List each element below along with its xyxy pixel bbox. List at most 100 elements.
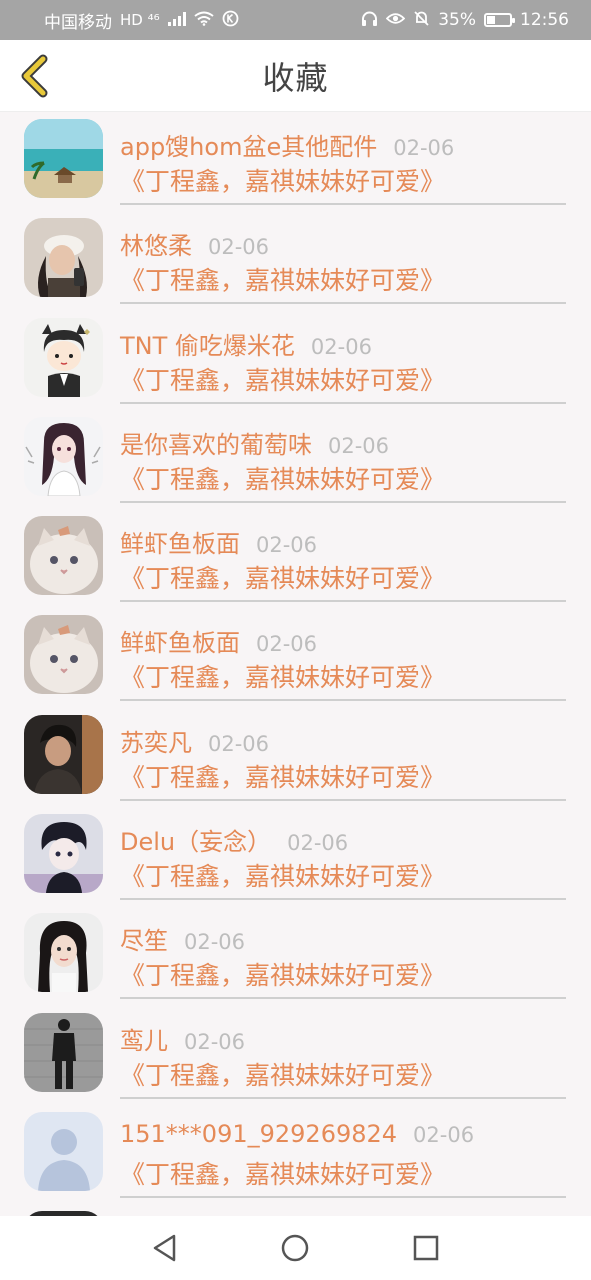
avatar-image — [24, 615, 103, 695]
post-date: 02-06 — [310, 334, 372, 359]
row-text: 苏奕凡 02-06 《丁程鑫，嘉祺妹妹好可爱》 — [120, 708, 566, 801]
user-name[interactable]: 林悠柔 — [120, 226, 192, 261]
user-name[interactable]: TNT 偷吃爆米花 — [120, 326, 295, 361]
post-title[interactable]: 《丁程鑫，嘉祺妹妹好可爱》 — [120, 261, 445, 297]
avatar[interactable] — [24, 714, 103, 794]
post-title[interactable]: 《丁程鑫，嘉祺妹妹好可爱》 — [120, 758, 445, 794]
row-header: 鸾儿 02-06 — [120, 1021, 245, 1056]
user-name[interactable]: 鲜虾鱼板面 — [120, 524, 240, 559]
user-name[interactable]: 是你喜欢的葡萄味 — [120, 425, 312, 460]
row-header: 是你喜欢的葡萄味 02-06 — [120, 425, 389, 460]
post-date: 02-06 — [287, 831, 349, 856]
post-title[interactable]: 《丁程鑫，嘉祺妹妹好可爱》 — [120, 1155, 445, 1191]
user-name[interactable]: 鲜虾鱼板面 — [120, 623, 240, 658]
user-name[interactable]: 尽笙 — [120, 921, 168, 956]
favorite-row[interactable]: 鲜虾鱼板面 02-06 《丁程鑫，嘉祺妹妹好可爱》 — [0, 608, 591, 707]
network-badge: HD ⁴⁶ — [120, 10, 160, 29]
row-text: 林悠柔 02-06 《丁程鑫，嘉祺妹妹好可爱》 — [120, 211, 566, 305]
post-title[interactable]: 《丁程鑫，嘉祺妹妹好可爱》 — [120, 956, 445, 992]
favorite-row[interactable]: app馊hom盆e其他配件 02-06 《丁程鑫，嘉祺妹妹好可爱》 — [0, 112, 591, 211]
status-right: 35% 12:56 — [361, 10, 569, 30]
post-title[interactable]: 《丁程鑫，嘉祺妹妹好可爱》 — [120, 1056, 445, 1092]
favorite-row[interactable]: 苏奕凡 02-06 《丁程鑫，嘉祺妹妹好可爱》 — [0, 708, 591, 807]
system-nav-bar — [0, 1216, 591, 1280]
avatar[interactable] — [24, 119, 103, 198]
page-title: 收藏 — [262, 58, 329, 97]
clock: 12:56 — [520, 10, 569, 30]
favorite-row-partial[interactable] — [0, 1204, 591, 1216]
nav-recents-button[interactable] — [396, 1218, 456, 1278]
signal-icon — [167, 11, 186, 29]
avatar[interactable] — [24, 615, 103, 695]
row-text: 是你喜欢的葡萄味 02-06 《丁程鑫，嘉祺妹妹好可爱》 — [120, 410, 566, 503]
nav-back-button[interactable] — [135, 1218, 195, 1278]
favorite-row[interactable]: 鸾儿 02-06 《丁程鑫，嘉祺妹妹好可爱》 — [0, 1006, 591, 1105]
circle-home-icon — [282, 1234, 309, 1262]
user-name[interactable]: 151***091_929269824 — [120, 1120, 397, 1148]
battery-percent: 35% — [438, 10, 476, 30]
post-date: 02-06 — [328, 433, 390, 458]
favorite-row[interactable]: TNT 偷吃爆米花 02-06 《丁程鑫，嘉祺妹妹好可爱》 — [0, 311, 591, 410]
favorite-row[interactable]: 林悠柔 02-06 《丁程鑫，嘉祺妹妹好可爱》 — [0, 211, 591, 310]
favorite-row[interactable]: Delu（妄念） 02-06 《丁程鑫，嘉祺妹妹好可爱》 — [0, 807, 591, 906]
row-header: app馊hom盆e其他配件 02-06 — [120, 127, 454, 162]
row-header: 鲜虾鱼板面 02-06 — [120, 623, 317, 658]
post-title[interactable]: 《丁程鑫，嘉祺妹妹好可爱》 — [120, 658, 445, 694]
battery-icon — [484, 13, 515, 27]
post-date: 02-06 — [208, 235, 270, 260]
favorite-row[interactable]: 尽笙 02-06 《丁程鑫，嘉祺妹妹好可爱》 — [0, 906, 591, 1005]
nav-home-button[interactable] — [265, 1218, 325, 1278]
battery-level — [487, 16, 495, 24]
avatar-image — [24, 814, 103, 894]
row-text: Delu（妄念） 02-06 《丁程鑫，嘉祺妹妹好可爱》 — [120, 807, 566, 901]
row-text: 鸾儿 02-06 《丁程鑫，嘉祺妹妹好可爱》 — [120, 1006, 566, 1099]
avatar[interactable] — [24, 218, 103, 298]
row-text: 鲜虾鱼板面 02-06 《丁程鑫，嘉祺妹妹好可爱》 — [120, 509, 566, 603]
post-title[interactable]: 《丁程鑫，嘉祺妹妹好可爱》 — [120, 361, 445, 397]
post-title[interactable]: 《丁程鑫，嘉祺妹妹好可爱》 — [120, 460, 445, 496]
avatar[interactable] — [24, 814, 103, 894]
post-title[interactable]: 《丁程鑫，嘉祺妹妹好可爱》 — [120, 162, 445, 198]
favorite-row[interactable]: 是你喜欢的葡萄味 02-06 《丁程鑫，嘉祺妹妹好可爱》 — [0, 410, 591, 509]
avatar[interactable] — [24, 516, 103, 596]
row-text: app馊hom盆e其他配件 02-06 《丁程鑫，嘉祺妹妹好可爱》 — [120, 112, 566, 205]
user-name[interactable]: app馊hom盆e其他配件 — [120, 127, 377, 162]
k-app-icon — [222, 10, 239, 30]
avatar-image — [24, 913, 103, 993]
avatar-image — [24, 516, 103, 596]
user-name[interactable]: 鸾儿 — [120, 1021, 168, 1056]
row-text: 151***091_929269824 02-06 《丁程鑫，嘉祺妹妹好可爱》 — [120, 1105, 566, 1198]
row-header: 尽笙 02-06 — [120, 921, 245, 956]
avatar-image — [24, 317, 103, 397]
avatar[interactable] — [24, 1012, 103, 1092]
row-header: 苏奕凡 02-06 — [120, 723, 269, 758]
avatar[interactable] — [24, 317, 103, 397]
favorite-row[interactable]: 鲜虾鱼板面 02-06 《丁程鑫，嘉祺妹妹好可爱》 — [0, 509, 591, 608]
post-date: 02-06 — [208, 731, 270, 756]
row-header: Delu（妄念） 02-06 — [120, 822, 348, 857]
row-header: 鲜虾鱼板面 02-06 — [120, 524, 317, 559]
status-bar: 中国移动 HD ⁴⁶ 35% 12:56 — [0, 0, 591, 40]
post-date: 02-06 — [393, 136, 455, 160]
favorite-row[interactable]: 151***091_929269824 02-06 《丁程鑫，嘉祺妹妹好可爱》 — [0, 1105, 591, 1204]
post-title[interactable]: 《丁程鑫，嘉祺妹妹好可爱》 — [120, 559, 445, 595]
user-name[interactable]: Delu（妄念） — [120, 822, 271, 857]
user-name[interactable]: 苏奕凡 — [120, 723, 192, 758]
favorites-list[interactable]: app馊hom盆e其他配件 02-06 《丁程鑫，嘉祺妹妹好可爱》 林悠柔 02-06 《… — [0, 112, 591, 1216]
back-button[interactable] — [12, 52, 56, 100]
chevron-left-icon — [21, 54, 48, 98]
mute-bell-icon — [413, 10, 430, 30]
triangle-back-icon — [153, 1234, 176, 1262]
avatar[interactable] — [24, 1111, 103, 1191]
row-text: TNT 偷吃爆米花 02-06 《丁程鑫，嘉祺妹妹好可爱》 — [120, 311, 566, 404]
avatar-image — [24, 218, 103, 298]
avatar[interactable] — [24, 416, 103, 496]
carrier-label: 中国移动 — [44, 12, 112, 33]
wifi-icon — [194, 11, 214, 29]
avatar-image — [24, 119, 103, 198]
post-title[interactable]: 《丁程鑫，嘉祺妹妹好可爱》 — [120, 857, 445, 893]
status-left: 中国移动 HD ⁴⁶ — [44, 8, 239, 33]
avatar[interactable] — [24, 913, 103, 993]
row-header: 林悠柔 02-06 — [120, 226, 269, 261]
post-date: 02-06 — [413, 1122, 475, 1147]
